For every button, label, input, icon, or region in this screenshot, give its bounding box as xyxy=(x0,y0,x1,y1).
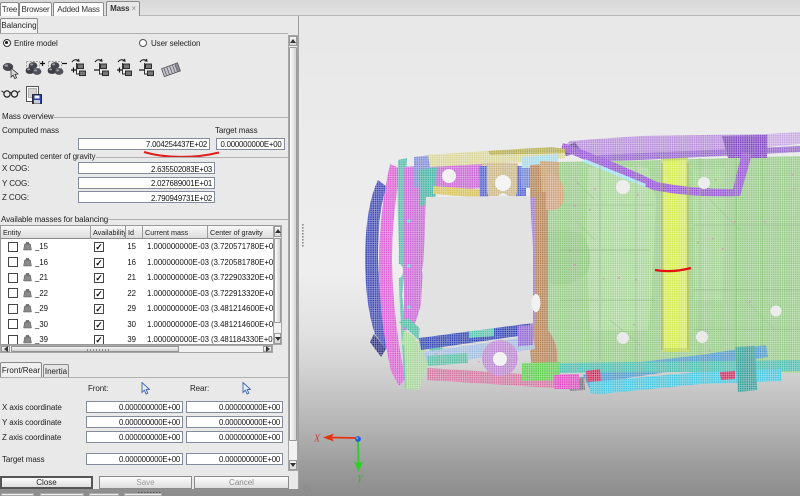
svg-text:O: O xyxy=(303,484,310,494)
svg-text:X: X xyxy=(313,434,321,445)
